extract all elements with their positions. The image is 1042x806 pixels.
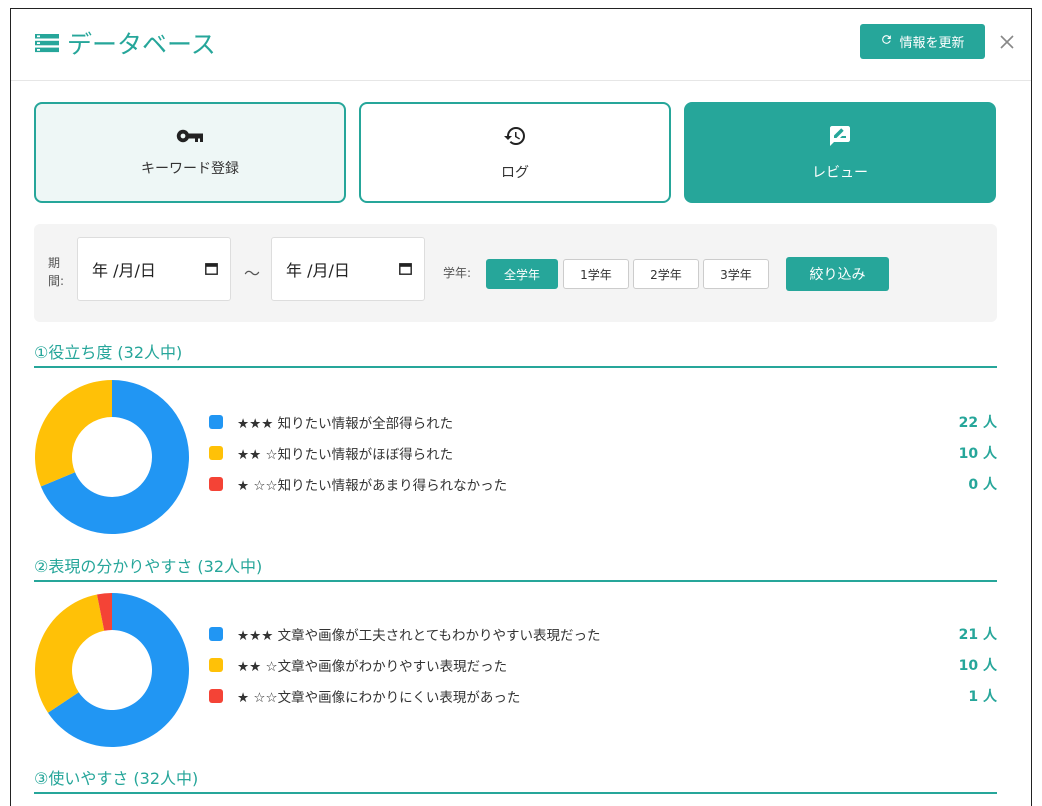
legend-swatch <box>209 688 223 703</box>
section-title: ③使いやすさ (32人中) <box>34 768 997 794</box>
legend-label: ★★ ☆文章や画像がわかりやすい表現だった <box>237 658 508 675</box>
section-title: ①役立ち度 (32人中) <box>34 342 997 368</box>
dialog-header: データベース 情報を更新 <box>11 9 1031 81</box>
date-to-value: 年 /月/日 <box>286 261 350 280</box>
legend-item: ★★★ 文章や画像が工夫されとてもわかりやすい表現だった 21 人 <box>209 618 997 649</box>
page-title: データベース <box>35 25 216 61</box>
donut-chart <box>34 380 190 534</box>
storage-icon <box>35 33 59 53</box>
tab-keyword-registration[interactable]: キーワード登録 <box>34 102 346 203</box>
legend-swatch <box>209 476 223 491</box>
period-label: 期間: <box>48 256 65 288</box>
grade-1-button[interactable]: 1学年 <box>563 259 629 289</box>
legend-count: 22 人 <box>958 414 997 431</box>
legend-item: ★★ ☆文章や画像がわかりやすい表現だった 10 人 <box>209 649 997 680</box>
filter-submit-button[interactable]: 絞り込み <box>786 257 889 291</box>
donut-chart <box>35 593 189 747</box>
grade-3-button[interactable]: 3学年 <box>703 259 769 289</box>
refresh-icon <box>880 33 893 50</box>
filter-bar: 期間: 年 /月/日 ～ 年 /月/日 学年: 全学年 1学年 2学年 3学年 … <box>34 224 997 322</box>
calendar-icon[interactable] <box>205 260 218 279</box>
date-to-input[interactable]: 年 /月/日 <box>271 237 425 301</box>
chart-legend: ★★★ 知りたい情報が全部得られた 22 人 ★★ ☆知りたい情報がほぼ得られた… <box>209 406 997 499</box>
legend-swatch <box>209 626 223 641</box>
database-dialog: データベース 情報を更新 キーワード登録 ログ レビュー 期間: 年 /月/日 … <box>10 8 1032 806</box>
tab-keyword-label: キーワード登録 <box>141 160 239 177</box>
section-clarity: ②表現の分かりやすさ (32人中) ★★★ 文章や画像が工夫されとてもわかりやす… <box>34 556 997 756</box>
close-icon[interactable] <box>996 31 1018 53</box>
tab-review-label: レビュー <box>812 164 868 181</box>
donut-slice <box>34 380 112 487</box>
grade-all-button[interactable]: 全学年 <box>486 259 558 289</box>
legend-item: ★★ ☆知りたい情報がほぼ得られた 10 人 <box>209 437 997 468</box>
legend-count: 1 人 <box>968 688 997 705</box>
legend-count: 0 人 <box>968 476 997 493</box>
section-usefulness: ①役立ち度 (32人中) ★★★ 知りたい情報が全部得られた 22 人 ★★ ☆… <box>34 342 997 542</box>
legend-label: ★★ ☆知りたい情報がほぼ得られた <box>237 446 454 463</box>
grade-2-button[interactable]: 2学年 <box>633 259 699 289</box>
legend-label: ★ ☆☆文章や画像にわかりにくい表現があった <box>237 689 521 706</box>
legend-count: 10 人 <box>958 445 997 462</box>
date-from-input[interactable]: 年 /月/日 <box>77 237 231 301</box>
donut-slice <box>35 594 105 713</box>
legend-swatch <box>209 414 223 429</box>
legend-swatch <box>209 657 223 672</box>
legend-count: 21 人 <box>958 626 997 643</box>
history-icon <box>502 124 528 148</box>
legend-label: ★ ☆☆知りたい情報があまり得られなかった <box>237 477 508 494</box>
legend-label: ★★★ 文章や画像が工夫されとてもわかりやすい表現だった <box>237 627 601 644</box>
range-separator: ～ <box>244 264 261 283</box>
tab-review[interactable]: レビュー <box>684 102 996 203</box>
legend-item: ★ ☆☆文章や画像にわかりにくい表現があった 1 人 <box>209 680 997 711</box>
refresh-button[interactable]: 情報を更新 <box>860 24 985 59</box>
grade-label: 学年: <box>443 266 472 280</box>
tab-log-label: ログ <box>501 164 529 181</box>
calendar-icon[interactable] <box>399 260 412 279</box>
chart-legend: ★★★ 文章や画像が工夫されとてもわかりやすい表現だった 21 人 ★★ ☆文章… <box>209 618 997 711</box>
refresh-label: 情報を更新 <box>899 36 965 51</box>
legend-item: ★★★ 知りたい情報が全部得られた 22 人 <box>209 406 997 437</box>
legend-label: ★★★ 知りたい情報が全部得られた <box>237 415 454 432</box>
section-title: ②表現の分かりやすさ (32人中) <box>34 556 997 582</box>
section-usability: ③使いやすさ (32人中) <box>34 768 997 806</box>
legend-count: 10 人 <box>958 657 997 674</box>
page-title-text: データベース <box>67 30 216 59</box>
legend-swatch <box>209 445 223 460</box>
key-icon <box>176 128 204 144</box>
date-from-value: 年 /月/日 <box>92 261 156 280</box>
rate-review-icon <box>827 124 853 148</box>
tab-log[interactable]: ログ <box>359 102 671 203</box>
legend-item: ★ ☆☆知りたい情報があまり得られなかった 0 人 <box>209 468 997 499</box>
